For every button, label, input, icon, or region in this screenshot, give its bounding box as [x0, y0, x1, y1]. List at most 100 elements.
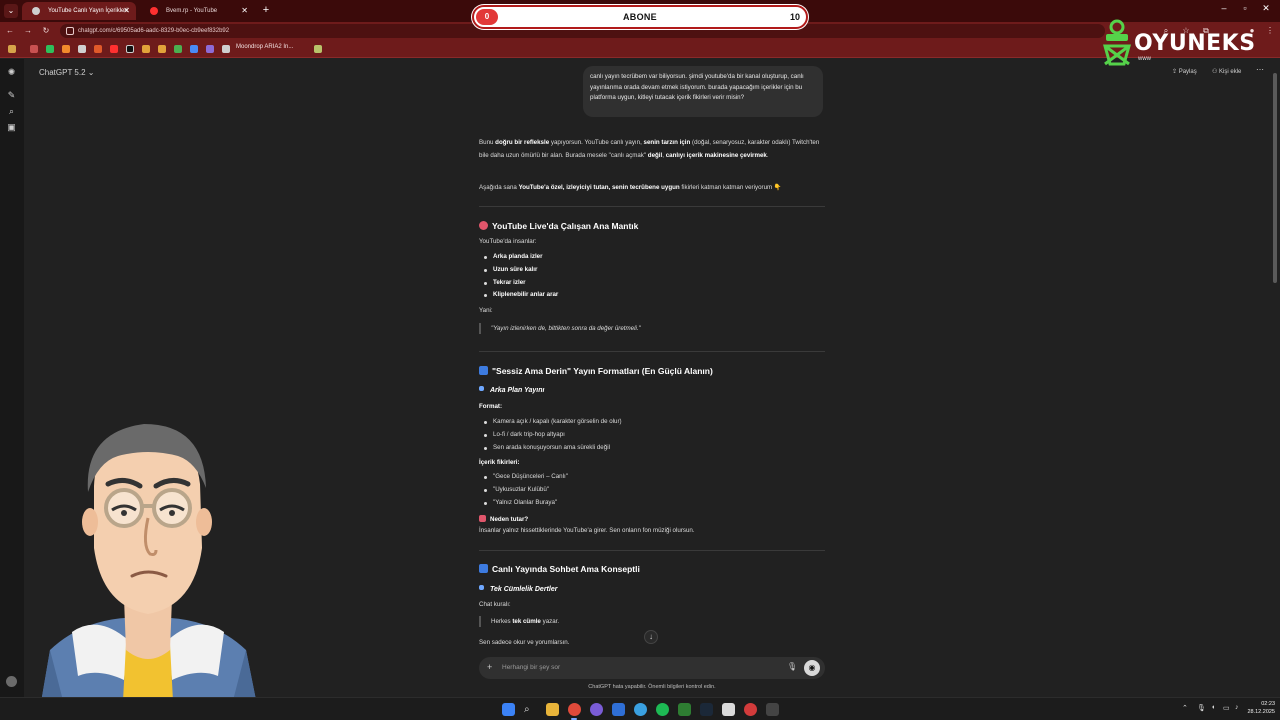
search-icon[interactable]: ⌕: [6, 106, 17, 117]
label-text: Chat kuralı:: [479, 601, 511, 608]
bookmark-x-icon[interactable]: [126, 45, 134, 53]
close-window-icon[interactable]: ✕: [1256, 3, 1276, 14]
model-selector[interactable]: ChatGPT 5.2 ⌄: [39, 68, 94, 77]
bookmark-icon[interactable]: [94, 45, 102, 53]
chatgpt-logo-icon[interactable]: ✺: [6, 67, 17, 78]
clock[interactable]: 02:23 28.12.2025: [1245, 700, 1275, 716]
site-info-icon[interactable]: [66, 27, 74, 35]
tray-volume-icon[interactable]: ◖: [1211, 704, 1215, 711]
add-people-button[interactable]: ⚇ Kişi ekle: [1212, 68, 1241, 75]
bookmark-moondrop[interactable]: Moondrop ARIA2 In...: [236, 44, 293, 50]
youtube-favicon-icon: [150, 7, 158, 15]
tray-chevron-icon[interactable]: ⌃: [1182, 704, 1188, 712]
tab-youtube-canli[interactable]: YouTube Canlı Yayın İçerikleri ✕: [22, 2, 136, 20]
subscriber-goal-bar: ABONE 0 10: [472, 5, 808, 29]
bookmark-icon[interactable]: [314, 45, 322, 53]
divider: [479, 351, 825, 352]
back-icon[interactable]: ←: [4, 25, 16, 37]
bookmark-icon[interactable]: [190, 45, 198, 53]
voice-mode-button[interactable]: ◉: [804, 660, 820, 676]
minimize-icon[interactable]: –: [1214, 3, 1234, 13]
close-tab-icon[interactable]: ✕: [241, 2, 248, 20]
brand-name: OYUNEKS: [1134, 31, 1256, 56]
list-item: "Yalnız Olanlar Buraya": [483, 499, 558, 506]
start-icon[interactable]: [502, 703, 515, 716]
diamond-icon: [479, 386, 484, 391]
tab-title: YouTube Canlı Yayın İçerikleri: [48, 8, 128, 14]
streamer-avatar: [38, 424, 260, 720]
bookmark-kick-icon[interactable]: [46, 45, 54, 53]
composer[interactable]: + Herhangi bir şey sor 🎙 ◉: [479, 657, 825, 679]
new-tab-button[interactable]: +: [260, 2, 272, 18]
tab-search-icon[interactable]: ⌄: [4, 4, 18, 18]
mic-icon[interactable]: 🎙: [787, 662, 797, 671]
subsection-heading: Tek Cümlelik Dertler: [479, 585, 557, 593]
tray-speaker-icon[interactable]: ♪: [1235, 704, 1239, 711]
telegram-icon[interactable]: [634, 703, 647, 716]
chrome-icon[interactable]: [568, 703, 581, 716]
file-explorer-icon[interactable]: [546, 703, 559, 716]
bookmark-folder-icon[interactable]: [142, 45, 150, 53]
tab-youtube[interactable]: Bvem.rp - YouTube ✕: [140, 2, 254, 20]
bookmark-icon[interactable]: [222, 45, 230, 53]
list-item: "Gece Düşünceleri – Canlı": [484, 473, 568, 480]
avatar[interactable]: [6, 676, 17, 687]
app-icon[interactable]: [744, 703, 757, 716]
intro-paragraph-2: Aşağıda sana YouTube'a özel, izleyiciyi …: [479, 184, 782, 191]
bookmark-gmail-icon[interactable]: [30, 45, 38, 53]
tray-network-icon[interactable]: ▭: [1223, 704, 1230, 712]
blockquote: Herkes tek cümle yazar.: [479, 616, 559, 627]
app-icon[interactable]: [766, 703, 779, 716]
list-item: Kamera açık / kapalı (karakter görselin …: [484, 418, 622, 425]
composer-input[interactable]: Herhangi bir şey sor: [502, 657, 560, 679]
scroll-down-button[interactable]: ↓: [644, 630, 658, 644]
target-icon: [479, 221, 488, 230]
close-tab-icon[interactable]: ✕: [123, 2, 130, 20]
subsection-heading: Arka Plan Yayını: [479, 386, 544, 394]
tray-mic-icon[interactable]: 🎙: [1197, 704, 1206, 712]
share-label: Paylaş: [1178, 69, 1197, 75]
share-button[interactable]: ⇪ Paylaş: [1172, 68, 1197, 75]
list-item: Kliplenebilir anlar arar: [483, 291, 559, 298]
app-icon[interactable]: [678, 703, 691, 716]
maximize-icon[interactable]: ▫: [1235, 3, 1255, 13]
divider: [479, 550, 825, 551]
app-icon[interactable]: [612, 703, 625, 716]
add-attachment-icon[interactable]: +: [487, 662, 492, 672]
subscriber-goal-count: 10: [789, 12, 800, 22]
search-icon[interactable]: ⌕: [524, 703, 537, 716]
bookmark-youtube-icon[interactable]: [110, 45, 118, 53]
diamond-icon: [479, 585, 484, 590]
scrollbar[interactable]: [1273, 73, 1277, 283]
number-one-icon: [479, 366, 488, 375]
browser-menu-icon[interactable]: ⋮: [1264, 25, 1276, 37]
bookmark-icon[interactable]: [62, 45, 70, 53]
url-text: chatgpt.com/c/69505ad6-aadc-8329-b0ec-cb…: [78, 28, 230, 34]
bookmarks-bar: Moondrop ARIA2 In...: [0, 40, 1280, 58]
apps-icon[interactable]: [8, 45, 16, 53]
taskbar: ⌕ ⌃ 🎙 ◖ ▭ ♪ 02:23 28.12.2025: [0, 697, 1280, 720]
steam-icon[interactable]: [700, 703, 713, 716]
tab-title: Bvem.rp - YouTube: [166, 8, 218, 14]
bookmark-folder-icon[interactable]: [158, 45, 166, 53]
app-icon[interactable]: [722, 703, 735, 716]
more-options-icon[interactable]: ⋯: [1256, 65, 1264, 74]
library-icon[interactable]: ▣: [6, 122, 17, 133]
new-chat-icon[interactable]: ✎: [6, 90, 17, 101]
intro-paragraph-1: Bunu doğru bir refleksle yapıyorsun. You…: [479, 139, 820, 159]
spotify-icon[interactable]: [656, 703, 669, 716]
mascot-icon: [1103, 19, 1131, 66]
forward-icon[interactable]: →: [22, 25, 34, 37]
bookmark-icon[interactable]: [174, 45, 182, 53]
subscriber-current-count: 0: [476, 9, 498, 25]
disclaimer-text: ChatGPT hata yapabilir. Önemli bilgileri…: [588, 684, 716, 690]
clock-time: 02:23: [1261, 701, 1275, 707]
bookmark-icon[interactable]: [206, 45, 214, 53]
section-intro: YouTube'da insanlar:: [479, 238, 537, 245]
bookmark-icon[interactable]: [78, 45, 86, 53]
reload-icon[interactable]: ↻: [40, 25, 52, 37]
divider: [479, 206, 825, 207]
user-message: canlı yayın tecrübem var biliyorsun. şim…: [583, 66, 823, 117]
subscriber-goal-label: ABONE: [622, 12, 657, 22]
app-icon[interactable]: [590, 703, 603, 716]
